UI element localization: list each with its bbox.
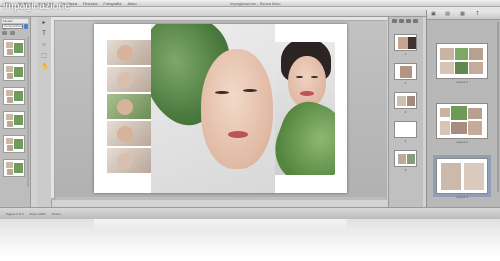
main-photo-frame[interactable] xyxy=(151,24,275,193)
lips-shape xyxy=(300,91,314,96)
portrait-face xyxy=(288,56,326,108)
status-bar: Pagina 1 di 5 Zoom 100% Pronto xyxy=(0,207,500,219)
leaf-shape xyxy=(275,94,335,175)
menu-help[interactable]: Aiuto xyxy=(127,1,136,6)
page-thumbnail[interactable] xyxy=(394,34,417,51)
layouts-toolbar: ▣ ▤ ▦ T xyxy=(427,10,500,20)
document-title: Impaginazione - Senza titolo xyxy=(230,1,281,6)
grid-view-icon[interactable] xyxy=(10,31,15,35)
layout-icon[interactable]: ▤ xyxy=(445,12,450,17)
layout-thumbnail[interactable] xyxy=(436,43,488,79)
menu-photo[interactable]: Fotografia xyxy=(103,1,121,6)
photo-strip xyxy=(107,40,151,175)
template-thumbnail[interactable] xyxy=(3,111,25,129)
templates-header: Modelli xyxy=(2,19,28,23)
window-reflection xyxy=(0,219,500,261)
crop-tool-icon[interactable]: ⬚ xyxy=(41,53,47,59)
template-thumbnail[interactable] xyxy=(3,135,25,153)
add-page-icon[interactable] xyxy=(392,19,397,23)
template-list xyxy=(3,39,27,183)
page-number-label: 5 xyxy=(404,168,407,172)
page-thumbnail[interactable] xyxy=(394,92,417,109)
layout-label: Layout 2 xyxy=(456,140,468,144)
page-spread[interactable] xyxy=(94,24,347,193)
template-thumbnail[interactable] xyxy=(3,63,25,81)
menu-bar: File Modifica Inserisci Visualizza Fines… xyxy=(0,0,500,7)
template-thumbnail[interactable] xyxy=(3,39,25,57)
eye-shape xyxy=(243,89,257,92)
menu-window[interactable]: Finestra xyxy=(83,1,97,6)
text-tool-icon[interactable]: T xyxy=(41,31,47,37)
page-thumbnail[interactable] xyxy=(394,63,417,80)
select-arrow-icon[interactable] xyxy=(24,24,28,29)
template-thumbnail[interactable] xyxy=(3,159,25,177)
template-set-select[interactable]: Composizione 2 xyxy=(2,24,23,31)
layout-label: Layout 1 xyxy=(456,80,468,84)
eye-shape xyxy=(296,76,303,78)
templates-scrollbar[interactable] xyxy=(27,37,29,187)
spread-reflection xyxy=(94,219,347,231)
application-window: File Modifica Inserisci Visualizza Fines… xyxy=(0,0,500,219)
template-thumbnail[interactable] xyxy=(3,87,25,105)
duplicate-page-icon[interactable] xyxy=(406,19,411,23)
pages-panel: 1 2 3 4 5 xyxy=(388,17,423,207)
photo-frame[interactable] xyxy=(107,148,151,173)
photo-frame[interactable] xyxy=(107,121,151,146)
pages-toolbar xyxy=(392,19,418,23)
layouts-panel: ▣ ▤ ▦ T Layout 1 Layout 2 Layout 3 xyxy=(426,10,500,207)
app-name: impaginazione xyxy=(3,1,71,12)
page-number-label: 1 xyxy=(404,52,407,56)
page-thumbnail[interactable] xyxy=(394,150,417,167)
page-number-label: 4 xyxy=(404,139,407,143)
layout-thumbnail[interactable] xyxy=(436,103,488,139)
grid-icon[interactable]: ▦ xyxy=(460,12,465,17)
canvas-horizontal-scrollbar[interactable] xyxy=(56,197,386,200)
photo-frame[interactable] xyxy=(107,94,151,119)
horizontal-ruler xyxy=(51,17,387,21)
lips-shape xyxy=(228,131,248,138)
tools-palette: ▸ T ○ ⬚ ✋ xyxy=(37,17,52,207)
page-number-label: 3 xyxy=(404,110,407,114)
layouts-scrollbar[interactable] xyxy=(497,22,499,192)
templates-panel: Modelli Composizione 2 xyxy=(0,17,31,207)
eye-shape xyxy=(311,76,318,78)
page-icon[interactable]: ▣ xyxy=(431,12,436,17)
toolbar xyxy=(0,7,500,17)
photo-frame[interactable] xyxy=(107,40,151,65)
remove-page-icon[interactable] xyxy=(399,19,404,23)
vertical-ruler xyxy=(51,20,55,198)
status-zoom[interactable]: Zoom 100% xyxy=(30,212,46,216)
secondary-photo-frame[interactable] xyxy=(275,42,335,175)
zoom-tool-icon[interactable]: ○ xyxy=(41,42,47,48)
templates-toolbar xyxy=(2,31,15,35)
page-thumbnail[interactable] xyxy=(394,121,417,138)
text-icon[interactable]: T xyxy=(475,12,480,17)
page-number-label: 2 xyxy=(404,81,407,85)
status-message: Pronto xyxy=(51,211,61,216)
hand-tool-icon[interactable]: ✋ xyxy=(41,64,48,70)
layout-thumbnail-selected[interactable] xyxy=(433,155,491,197)
page-options-icon[interactable] xyxy=(413,19,418,23)
status-page: Pagina 1 di 5 xyxy=(6,211,24,216)
layout-label: Layout 3 xyxy=(456,195,468,199)
portrait-face xyxy=(201,49,273,169)
list-view-icon[interactable] xyxy=(2,31,7,35)
eye-shape xyxy=(215,91,229,94)
arrow-tool-icon[interactable]: ▸ xyxy=(41,20,47,26)
photo-frame[interactable] xyxy=(107,67,151,92)
